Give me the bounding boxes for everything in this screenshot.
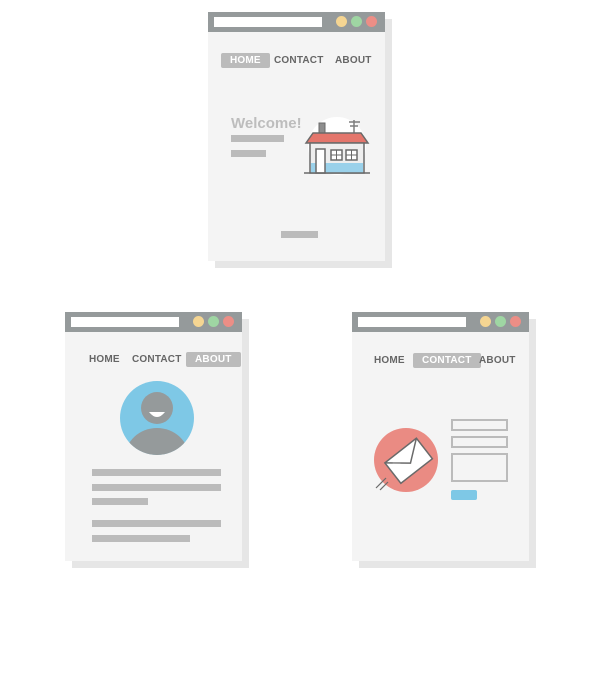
message-textarea[interactable] bbox=[451, 453, 508, 482]
address-bar[interactable] bbox=[71, 317, 179, 327]
browser-frame: HOME CONTACT ABOUT Welcome! bbox=[208, 12, 385, 261]
title-bar bbox=[65, 312, 242, 332]
title-bar bbox=[352, 312, 529, 332]
nav-about-tab[interactable]: ABOUT bbox=[186, 352, 241, 367]
title-bar bbox=[208, 12, 385, 32]
minimize-button[interactable] bbox=[193, 316, 204, 327]
nav-home-tab[interactable]: HOME bbox=[374, 355, 405, 366]
close-button[interactable] bbox=[223, 316, 234, 327]
house-icon bbox=[304, 117, 370, 175]
address-bar[interactable] bbox=[214, 17, 322, 27]
text-placeholder-line bbox=[92, 535, 190, 542]
footer-placeholder bbox=[281, 231, 318, 238]
home-page-window: HOME CONTACT ABOUT Welcome! bbox=[208, 12, 392, 268]
nav-contact-tab[interactable]: CONTACT bbox=[413, 353, 481, 368]
browser-frame: HOME CONTACT ABOUT bbox=[352, 312, 529, 561]
text-placeholder-line bbox=[92, 498, 148, 505]
minimize-button[interactable] bbox=[480, 316, 491, 327]
maximize-button[interactable] bbox=[495, 316, 506, 327]
name-input-field[interactable] bbox=[451, 419, 508, 431]
welcome-heading: Welcome! bbox=[231, 115, 302, 132]
submit-button[interactable] bbox=[451, 490, 477, 500]
minimize-button[interactable] bbox=[336, 16, 347, 27]
maximize-button[interactable] bbox=[208, 316, 219, 327]
text-placeholder-line bbox=[92, 484, 221, 491]
envelope-icon bbox=[374, 428, 438, 492]
address-bar[interactable] bbox=[358, 317, 466, 327]
user-avatar-icon bbox=[120, 381, 194, 455]
nav-contact-tab[interactable]: CONTACT bbox=[132, 354, 182, 365]
maximize-button[interactable] bbox=[351, 16, 362, 27]
nav-home-tab[interactable]: HOME bbox=[89, 354, 120, 365]
nav-about-tab[interactable]: ABOUT bbox=[335, 55, 372, 66]
text-placeholder-line bbox=[231, 135, 284, 142]
close-button[interactable] bbox=[510, 316, 521, 327]
text-placeholder-line bbox=[92, 469, 221, 476]
nav-about-tab[interactable]: ABOUT bbox=[479, 355, 516, 366]
contact-page-window: HOME CONTACT ABOUT bbox=[352, 312, 536, 568]
text-placeholder-line bbox=[92, 520, 221, 527]
browser-frame: HOME CONTACT ABOUT bbox=[65, 312, 242, 561]
nav-home-tab[interactable]: HOME bbox=[221, 53, 270, 68]
nav-contact-tab[interactable]: CONTACT bbox=[274, 55, 324, 66]
text-placeholder-line bbox=[231, 150, 266, 157]
close-button[interactable] bbox=[366, 16, 377, 27]
email-input-field[interactable] bbox=[451, 436, 508, 448]
about-page-window: HOME CONTACT ABOUT bbox=[65, 312, 249, 568]
